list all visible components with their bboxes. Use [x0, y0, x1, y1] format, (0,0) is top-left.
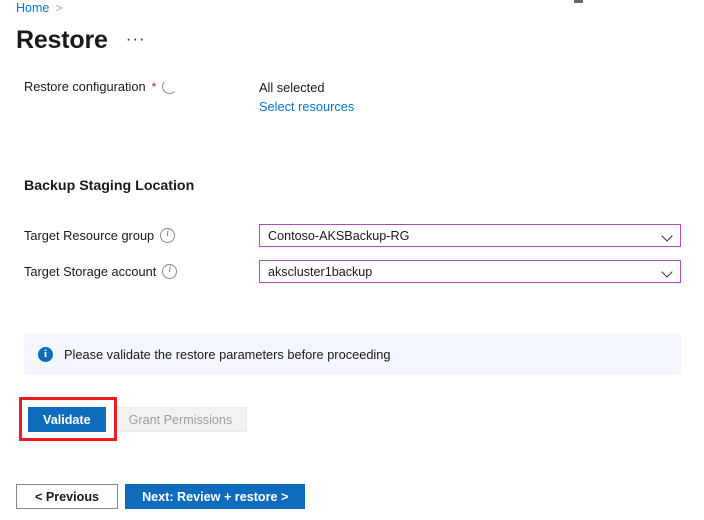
- validate-button[interactable]: Validate: [28, 407, 106, 432]
- restore-configuration-value-group: All selected Select resources: [259, 80, 354, 114]
- target-resource-group-value: Contoso-AKSBackup-RG: [268, 229, 662, 243]
- target-storage-account-dropdown[interactable]: akscluster1backup: [259, 260, 681, 283]
- grant-permissions-button: Grant Permissions: [114, 407, 248, 432]
- restore-configuration-label-text: Restore configuration: [24, 79, 146, 94]
- restore-configuration-row: Restore configuration *: [24, 79, 177, 94]
- breadcrumb-chevron-icon: >: [55, 1, 62, 15]
- target-storage-account-label-text: Target Storage account: [24, 264, 156, 279]
- select-resources-link[interactable]: Select resources: [259, 99, 354, 114]
- target-resource-group-label-text: Target Resource group: [24, 228, 154, 243]
- breadcrumb: Home >: [16, 1, 62, 15]
- breadcrumb-item-home[interactable]: Home: [16, 1, 49, 15]
- previous-button[interactable]: < Previous: [16, 484, 118, 509]
- page-title: Restore: [16, 27, 108, 53]
- info-banner: Please validate the restore parameters b…: [24, 334, 681, 375]
- target-storage-account-label: Target Storage account: [24, 264, 177, 279]
- clipped-header-fragment: [574, 0, 583, 3]
- target-resource-group-dropdown[interactable]: Contoso-AKSBackup-RG: [259, 224, 681, 247]
- more-options-icon[interactable]: ···: [126, 30, 146, 47]
- info-banner-message: Please validate the restore parameters b…: [64, 347, 391, 362]
- target-storage-account-value: akscluster1backup: [268, 265, 662, 279]
- refresh-icon[interactable]: [162, 79, 177, 94]
- wizard-footer: < Previous Next: Review + restore >: [16, 484, 305, 509]
- required-asterisk: *: [152, 81, 157, 93]
- info-icon[interactable]: [160, 228, 175, 243]
- page-header: Restore ···: [16, 27, 146, 53]
- target-resource-group-label: Target Resource group: [24, 228, 175, 243]
- restore-configuration-value: All selected: [259, 80, 354, 95]
- action-button-group: Validate Grant Permissions: [28, 407, 247, 432]
- info-filled-icon: [38, 347, 53, 362]
- target-resource-group-row: Target Resource group: [24, 228, 175, 243]
- next-review-restore-button[interactable]: Next: Review + restore >: [125, 484, 305, 509]
- chevron-down-icon[interactable]: [662, 230, 674, 242]
- restore-configuration-label: Restore configuration *: [24, 79, 177, 94]
- chevron-down-icon[interactable]: [662, 266, 674, 278]
- backup-staging-section-title: Backup Staging Location: [24, 178, 194, 194]
- info-icon[interactable]: [162, 264, 177, 279]
- target-storage-account-row: Target Storage account: [24, 264, 177, 279]
